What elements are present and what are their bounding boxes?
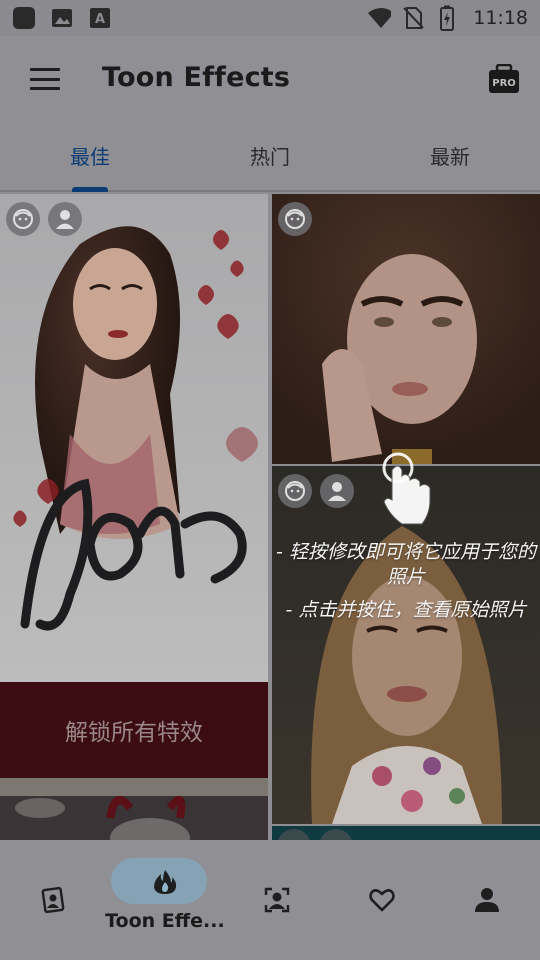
effect-card-devil[interactable] [0, 778, 268, 840]
portrait-frame-icon [41, 886, 64, 914]
app-screen: A 11:18 Toon Effects PRO 最佳 热门 最新 解锁所有特效… [0, 0, 540, 960]
effects-grid: 解锁所有特效 [0, 194, 540, 840]
nav-item-portrait[interactable] [0, 840, 105, 960]
nav-item-face-scan[interactable] [225, 840, 330, 960]
cartoon-face-icon [278, 474, 312, 508]
flame-icon [153, 870, 177, 894]
cartoon-face-icon [278, 202, 312, 236]
person-icon [475, 888, 500, 912]
app-icon [12, 6, 36, 30]
usage-hint: - 轻按修改即可将它应用于您的照片 - 点击并按住，查看原始照片 [272, 540, 540, 631]
pro-label: PRO [492, 78, 516, 89]
face-scan-icon [265, 887, 290, 913]
nav-item-profile[interactable] [435, 840, 540, 960]
status-bar: A 11:18 [0, 0, 540, 36]
tab-newest[interactable]: 最新 [360, 120, 540, 190]
heart-icon [369, 889, 396, 912]
effect-preview-image [272, 826, 540, 840]
tab-label: 最佳 [70, 144, 110, 169]
cartoon-face-icon [6, 202, 40, 236]
translate-icon: A [88, 6, 112, 30]
no-sim-icon [401, 6, 425, 30]
hamburger-menu-icon[interactable] [30, 68, 60, 90]
nav-item-toon-effects[interactable]: Toon Effe... [105, 840, 225, 960]
effect-card-teal[interactable] [272, 826, 540, 840]
hint-line-tap: - 轻按修改即可将它应用于您的照片 [276, 541, 536, 588]
tab-popular[interactable]: 热门 [180, 120, 360, 190]
battery-charging-icon [435, 5, 459, 31]
person-badge-icon [320, 474, 354, 508]
unlock-all-effects-button[interactable]: 解锁所有特效 [0, 682, 268, 778]
nav-item-favorites[interactable] [330, 840, 435, 960]
category-tabs: 最佳 热门 最新 [0, 120, 540, 192]
tab-label: 最新 [430, 144, 470, 169]
effect-card-love[interactable] [0, 194, 268, 682]
image-icon [50, 6, 74, 30]
nav-label: Toon Effe... [105, 910, 225, 932]
effect-preview-image [0, 778, 268, 840]
wifi-icon [367, 6, 392, 30]
tap-gesture-icon [378, 450, 438, 530]
clock-time: 11:18 [473, 7, 528, 29]
effect-card-portrait-hand[interactable] [272, 194, 540, 464]
bottom-navigation: Toon Effe... [0, 840, 540, 960]
person-badge-icon [48, 202, 82, 236]
effect-preview-image [0, 194, 268, 682]
pro-badge-icon: PRO [489, 63, 519, 93]
page-title: Toon Effects [102, 62, 291, 93]
hint-line-hold: - 点击并按住，查看原始照片 [285, 599, 527, 621]
pro-button[interactable]: PRO [488, 63, 520, 94]
top-app-bar: Toon Effects PRO [0, 36, 540, 120]
tab-best[interactable]: 最佳 [0, 120, 180, 192]
svg-text:A: A [95, 12, 105, 27]
active-tab-indicator [72, 187, 108, 192]
effect-preview-image [272, 194, 540, 464]
tab-label: 热门 [250, 144, 290, 169]
